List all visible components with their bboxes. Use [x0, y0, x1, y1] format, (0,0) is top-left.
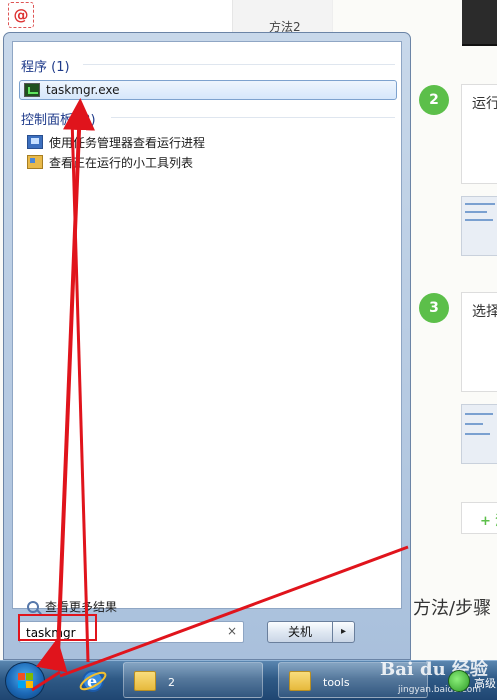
taskbar-button-label: 2: [168, 676, 175, 689]
internet-explorer-icon[interactable]: e: [78, 666, 108, 696]
result-label: 使用任务管理器查看运行进程: [49, 135, 206, 150]
result-view-running-gadgets[interactable]: 查看正在运行的小工具列表: [27, 152, 327, 172]
annotation-highlight-box: [18, 614, 97, 641]
email-at-icon: @: [8, 2, 34, 28]
step-3-text: 选择: [472, 304, 497, 320]
group-divider: [83, 64, 395, 65]
folder-icon: [289, 671, 311, 691]
add-step-button[interactable]: + 添: [461, 502, 497, 534]
folder-icon: [134, 671, 156, 691]
group-header-programs: 程序 (1): [21, 60, 70, 75]
baidu-watermark-url: jingyan.baidu.com: [398, 685, 482, 695]
step-3-screenshot-thumbnail[interactable]: [461, 404, 497, 464]
baidu-watermark: Bai du 经验: [380, 659, 488, 680]
see-more-results-link[interactable]: 查看更多结果: [27, 598, 117, 615]
taskbar-folder-2[interactable]: 2: [123, 662, 263, 698]
search-results-panel: 程序 (1) taskmgr.exe 控制面板 (2) 使用任务管理器查看运行进…: [12, 41, 402, 614]
group-header-control-panel: 控制面板 (2): [21, 113, 96, 128]
search-icon: [27, 600, 39, 613]
group-divider: [111, 117, 395, 118]
shutdown-button[interactable]: 关机: [267, 621, 333, 643]
start-menu: 程序 (1) taskmgr.exe 控制面板 (2) 使用任务管理器查看运行进…: [3, 32, 411, 660]
monitor-icon: [27, 135, 43, 149]
see-more-label: 查看更多结果: [45, 600, 118, 614]
method-section-title: 方法/步骤: [413, 598, 492, 619]
clear-search-icon[interactable]: ×: [227, 624, 237, 638]
result-taskmgr-exe[interactable]: taskmgr.exe: [19, 80, 397, 100]
step-number-2: 2: [419, 85, 449, 115]
keyboard-thumbnail: [462, 0, 497, 46]
step-2-text: 运行: [472, 96, 497, 112]
step-number-3: 3: [419, 293, 449, 323]
start-button[interactable]: [5, 662, 45, 700]
result-label: 查看正在运行的小工具列表: [49, 155, 194, 170]
taskbar-button-label: tools: [323, 676, 350, 689]
windows-logo-icon: [18, 673, 34, 689]
result-view-running-processes[interactable]: 使用任务管理器查看运行进程: [27, 132, 327, 152]
shutdown-options-arrow-icon[interactable]: ▸: [333, 621, 355, 643]
result-label: taskmgr.exe: [46, 83, 120, 97]
step-2-screenshot-thumbnail[interactable]: [461, 196, 497, 256]
tray-app-label: 高级: [474, 677, 496, 690]
gadget-icon: [27, 155, 43, 169]
task-manager-icon: [24, 83, 40, 97]
tray-app-icon[interactable]: [448, 670, 470, 692]
